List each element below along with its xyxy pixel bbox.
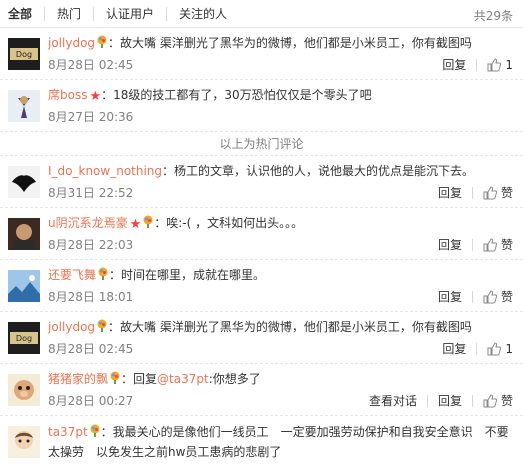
comment-username[interactable]: 还要飞舞 [48, 268, 96, 282]
like-button[interactable]: 1 [477, 341, 513, 357]
thumbs-up-icon [483, 238, 497, 252]
comment-time: 8月28日 02:45 [48, 58, 134, 72]
view-dialog-button[interactable]: 查看对话 [359, 393, 427, 409]
thumbs-up-icon [483, 290, 497, 304]
comment-time: 8月31日 22:52 [48, 186, 134, 200]
star-icon: ★ [89, 89, 102, 104]
comment-username[interactable]: 席boss [48, 88, 87, 102]
comment-username[interactable]: 猪猪家的飘 [48, 372, 108, 386]
comment-username[interactable]: jollydog [48, 320, 95, 334]
like-button[interactable]: 赞 [473, 237, 513, 253]
thumbs-up-icon [483, 394, 497, 408]
comment-item: 席boss ★：18级的技工都有了，30万恐怕仅仅是个零头了吧 8月27日 20:… [0, 80, 523, 132]
comment-item: ta37pt ：我最关心的是像他们一线员工 一定要加强劳动保护和自我安全意识 不要… [0, 416, 523, 467]
member-badge-icon [142, 215, 154, 229]
mention-link[interactable]: @ta37pt [157, 372, 209, 386]
like-button[interactable]: 1 [477, 57, 513, 73]
reply-button[interactable]: 回复 [428, 289, 472, 305]
comment-username[interactable]: I_do_know_nothing [48, 164, 162, 178]
member-badge-icon [89, 424, 101, 438]
comment-time: 8月28日 22:03 [48, 238, 134, 252]
comment-item: u阴沉系龙焉豪 ★ ：唉:-( ，文科如何出头。。。 8月28日 22:03 回复 … [0, 208, 523, 260]
comment-text: ：杨工的文章，认识他的人，说他最大的优点是能沉下去。 [162, 164, 475, 178]
tab-all[interactable]: 全部 [8, 7, 44, 21]
avatar[interactable]: Dog [8, 38, 40, 70]
comment-time: 8月28日 02:45 [48, 342, 134, 356]
comment-username[interactable]: u阴沉系龙焉豪 [48, 216, 128, 230]
avatar[interactable] [8, 166, 40, 198]
comment-time: 8月28日 00:27 [48, 394, 134, 408]
comment-text-prefix: ：回复 [121, 372, 158, 386]
comment-username[interactable]: ta37pt [48, 425, 88, 439]
tab-hot[interactable]: 热门 [44, 6, 93, 21]
comment-item: I_do_know_nothing：杨工的文章，认识他的人，说他最大的优点是能沉… [0, 156, 523, 208]
comment-text: ：18级的技工都有了，30万恐怕仅仅是个零头了吧 [101, 88, 372, 102]
comment-item: Dog jollydog ：故大嘴 渠洋删光了黑华为的微博，他们都是小米员工，你有… [0, 312, 523, 364]
tab-verified[interactable]: 认证用户 [93, 6, 166, 21]
reply-button[interactable]: 回复 [432, 341, 476, 357]
star-icon: ★ [129, 217, 142, 232]
avatar[interactable] [8, 218, 40, 250]
comment-text: ：故大嘴 渠洋删光了黑华为的微博，他们都是小米员工，你有截图吗 [108, 36, 472, 50]
like-button[interactable]: 赞 [473, 289, 513, 305]
avatar[interactable] [8, 374, 40, 406]
avatar[interactable] [8, 270, 40, 302]
member-badge-icon [97, 267, 109, 281]
total-count: 共29条 [473, 9, 513, 23]
avatar[interactable] [8, 90, 40, 122]
comment-item: Dog jollydog ：故大嘴 渠洋删光了黑华为的微博，他们都是小米员工，你有… [0, 28, 523, 80]
comment-time: 8月27日 20:36 [48, 110, 134, 124]
tab-following[interactable]: 关注的人 [166, 6, 239, 21]
like-count: 1 [505, 342, 513, 356]
avatar[interactable] [8, 426, 40, 458]
like-label: 赞 [500, 186, 513, 200]
member-badge-icon [109, 371, 121, 385]
comment-text: ：唉:-( ，文科如何出头。。。 [154, 216, 304, 230]
comment-filter-tabs: 全部 热门 认证用户 关注的人 共29条 [0, 0, 523, 28]
hot-comments-divider: 以上为热门评论 [0, 132, 523, 156]
comment-list: Dog jollydog ：故大嘴 渠洋删光了黑华为的微博，他们都是小米员工，你有… [0, 28, 523, 467]
comment-item: 猪猪家的飘 ：回复@ta37pt:你想多了 8月28日 00:27 查看对话 回复… [0, 364, 523, 416]
svg-text:Dog: Dog [16, 50, 32, 59]
like-count: 1 [505, 58, 513, 72]
like-button[interactable]: 赞 [473, 185, 513, 201]
svg-text:Dog: Dog [16, 334, 32, 343]
reply-button[interactable]: 回复 [432, 57, 476, 73]
thumbs-up-icon [487, 342, 502, 356]
reply-button[interactable]: 回复 [428, 237, 472, 253]
comment-username[interactable]: jollydog [48, 36, 95, 50]
reply-button[interactable]: 回复 [428, 185, 472, 201]
comment-time: 8月28日 18:01 [48, 290, 134, 304]
like-label: 赞 [500, 290, 513, 304]
avatar[interactable]: Dog [8, 322, 40, 354]
member-badge-icon [96, 35, 108, 49]
member-badge-icon [96, 319, 108, 333]
thumbs-up-icon [483, 186, 497, 200]
like-label: 赞 [500, 394, 513, 408]
comment-item: 还要飞舞 ：时间在哪里，成就在哪里。 8月28日 18:01 回复 赞 [0, 260, 523, 312]
comment-text: :你想多了 [208, 372, 261, 386]
comment-text: ：故大嘴 渠洋删光了黑华为的微博，他们都是小米员工，你有截图吗 [108, 320, 472, 334]
like-label: 赞 [500, 238, 513, 252]
thumbs-up-icon [487, 58, 502, 72]
reply-button[interactable]: 回复 [428, 393, 472, 409]
like-button[interactable]: 赞 [473, 393, 513, 409]
comment-text: ：我最关心的是像他们一线员工 一定要加强劳动保护和自我安全意识 不要太操劳 以免… [48, 425, 509, 459]
comment-text: ：时间在哪里，成就在哪里。 [109, 268, 266, 282]
